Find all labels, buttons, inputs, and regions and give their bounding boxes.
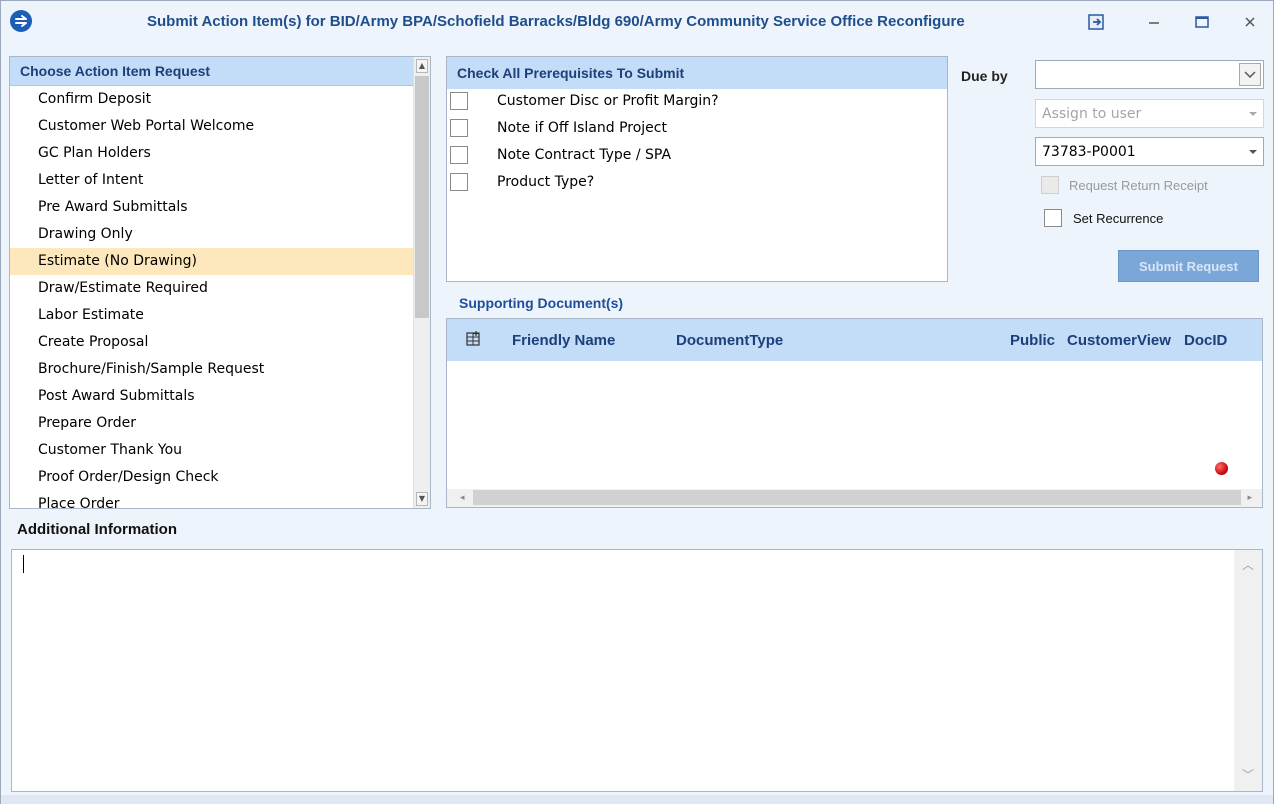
dropdown-arrow-icon (1249, 112, 1257, 116)
list-item[interactable]: Letter of Intent (10, 167, 413, 194)
dialog-window: Submit Action Item(s) for BID/Army BPA/S… (0, 0, 1274, 804)
grid-header: Friendly Name DocumentType Public Custom… (447, 319, 1262, 361)
prerequisite-row: Note if Off Island Project (447, 116, 947, 143)
return-receipt-checkbox[interactable] (1041, 176, 1059, 194)
due-by-label: Due by (961, 68, 1008, 84)
status-indicator-icon (1215, 462, 1228, 475)
bottom-edge (1, 795, 1273, 804)
action-list-header: Choose Action Item Request (10, 57, 413, 86)
set-recurrence-label: Set Recurrence (1073, 211, 1164, 226)
scroll-left-icon[interactable]: ◂ (460, 489, 465, 507)
chevron-up-icon[interactable]: ︿ (1242, 556, 1254, 573)
documents-grid: Friendly Name DocumentType Public Custom… (446, 318, 1263, 508)
project-value: 73783-P0001 (1042, 144, 1136, 160)
app-logo-icon (10, 10, 32, 32)
column-header-customer-view[interactable]: CustomerView (1067, 332, 1175, 349)
prerequisite-checkbox[interactable] (450, 119, 468, 137)
list-item-selected[interactable]: Estimate (No Drawing) (10, 248, 413, 275)
action-item-list: Choose Action Item Request Confirm Depos… (9, 56, 431, 509)
prerequisite-row: Customer Disc or Profit Margin? (447, 89, 947, 116)
list-item[interactable]: Prepare Order (10, 410, 413, 437)
list-item[interactable]: Create Proposal (10, 329, 413, 356)
column-header-public[interactable]: Public (1010, 332, 1060, 349)
textarea-scrollbar[interactable]: ︿ ﹀ (1234, 550, 1262, 791)
prerequisite-checkbox[interactable] (450, 146, 468, 164)
due-by-dropdown[interactable] (1035, 60, 1264, 89)
scroll-down-icon[interactable]: ▼ (416, 492, 428, 506)
assign-user-dropdown[interactable]: Assign to user (1035, 99, 1264, 128)
prerequisite-row: Product Type? (447, 170, 947, 197)
list-item[interactable]: Customer Thank You (10, 437, 413, 464)
chevron-down-icon[interactable] (1239, 63, 1261, 86)
return-receipt-label: Request Return Receipt (1069, 178, 1208, 193)
action-list-scrollbar[interactable]: ▲ ▼ (413, 57, 430, 508)
column-chooser-icon[interactable] (465, 330, 483, 348)
export-icon[interactable] (1083, 9, 1109, 35)
text-caret (23, 555, 24, 573)
scroll-right-icon[interactable]: ▸ (1247, 489, 1252, 507)
title-bar: Submit Action Item(s) for BID/Army BPA/S… (1, 1, 1273, 45)
chevron-down-icon[interactable]: ﹀ (1242, 766, 1254, 783)
list-item[interactable]: Place Order (10, 491, 413, 508)
scroll-thumb[interactable] (473, 490, 1241, 505)
prerequisites-header: Check All Prerequisites To Submit (447, 57, 947, 89)
list-item[interactable]: Post Award Submittals (10, 383, 413, 410)
prerequisite-label: Note if Off Island Project (497, 120, 667, 136)
list-item[interactable]: Customer Web Portal Welcome (10, 113, 413, 140)
list-item[interactable]: Draw/Estimate Required (10, 275, 413, 302)
additional-information-textarea[interactable]: ︿ ﹀ (11, 549, 1263, 792)
list-item[interactable]: Pre Award Submittals (10, 194, 413, 221)
list-item[interactable]: Confirm Deposit (10, 86, 413, 113)
column-header-friendly-name[interactable]: Friendly Name (512, 332, 662, 349)
prerequisite-label: Product Type? (497, 174, 595, 190)
column-header-docid[interactable]: DocID (1184, 332, 1244, 349)
column-header-document-type[interactable]: DocumentType (676, 332, 876, 349)
additional-information-label: Additional Information (17, 521, 177, 538)
minimize-icon[interactable] (1141, 9, 1167, 35)
prerequisites-panel: Check All Prerequisites To Submit Custom… (446, 56, 948, 282)
dropdown-arrow-icon (1249, 150, 1257, 154)
prerequisite-label: Customer Disc or Profit Margin? (497, 93, 719, 109)
maximize-icon[interactable] (1189, 9, 1215, 35)
assign-user-placeholder: Assign to user (1042, 106, 1142, 122)
prerequisite-checkbox[interactable] (450, 173, 468, 191)
list-item[interactable]: Drawing Only (10, 221, 413, 248)
supporting-documents-title: Supporting Document(s) (459, 295, 624, 311)
list-item[interactable]: Proof Order/Design Check (10, 464, 413, 491)
list-item[interactable]: Brochure/Finish/Sample Request (10, 356, 413, 383)
list-item[interactable]: Labor Estimate (10, 302, 413, 329)
scroll-up-icon[interactable]: ▲ (416, 59, 428, 73)
project-dropdown[interactable]: 73783-P0001 (1035, 137, 1264, 166)
prerequisite-checkbox[interactable] (450, 92, 468, 110)
set-recurrence-checkbox[interactable] (1044, 209, 1062, 227)
list-item[interactable]: GC Plan Holders (10, 140, 413, 167)
prerequisite-label: Note Contract Type / SPA (497, 147, 672, 163)
window-title: Submit Action Item(s) for BID/Army BPA/S… (147, 13, 965, 30)
submit-request-button[interactable]: Submit Request (1118, 250, 1259, 282)
close-icon[interactable] (1237, 9, 1263, 35)
prerequisite-row: Note Contract Type / SPA (447, 143, 947, 170)
scroll-thumb[interactable] (415, 76, 429, 318)
documents-horizontal-scrollbar[interactable]: ◂ ▸ (447, 489, 1262, 507)
